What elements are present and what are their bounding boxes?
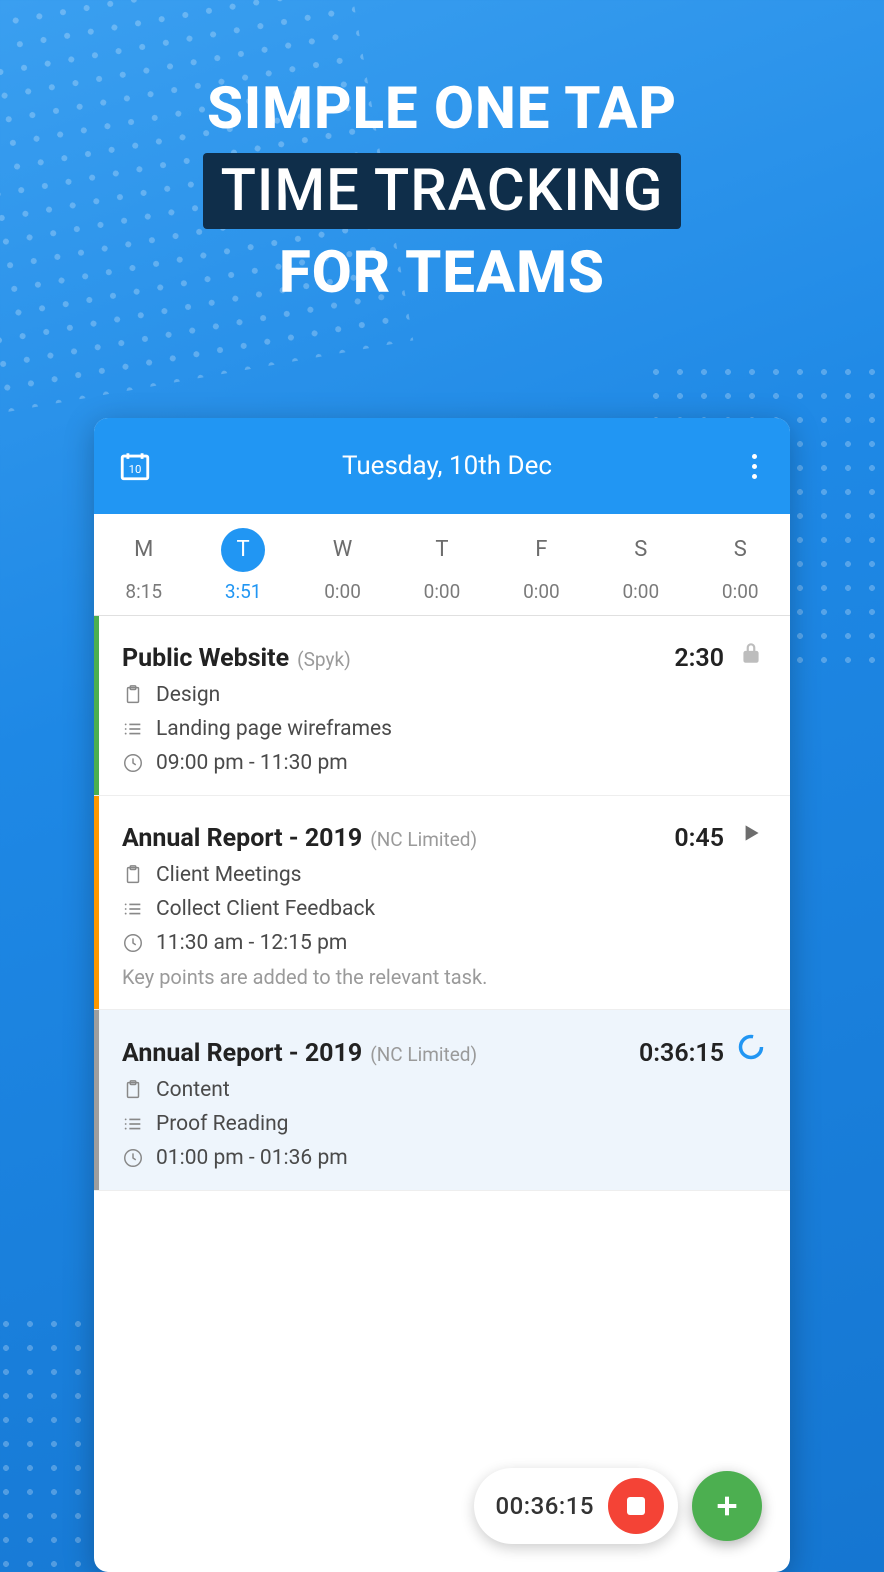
week-day-label: S [619,528,663,572]
clock-icon [122,1147,144,1169]
entry-category: Design [156,683,220,707]
week-day-5[interactable]: S 0:00 [591,514,690,615]
menu-overflow-icon[interactable] [742,454,766,479]
week-day-time: 0:00 [691,580,790,603]
week-day-label: W [321,528,365,572]
list-icon [122,718,144,740]
time-entry[interactable]: Annual Report - 2019 (NC Limited) 0:36:15 C… [94,1010,790,1191]
timer-elapsed: 00:36:15 [496,1492,595,1520]
clipboard-icon [122,864,144,886]
entry-note: Key points are added to the relevant tas… [122,965,766,989]
entry-duration: 2:30 [674,644,724,673]
entry-duration: 0:36:15 [639,1039,724,1068]
entry-time-range: 01:00 pm - 01:36 pm [156,1146,348,1170]
stop-icon [627,1497,645,1515]
week-day-time: 0:00 [591,580,690,603]
week-day-time: 0:00 [492,580,591,603]
week-day-label: F [519,528,563,572]
week-day-time: 8:15 [94,580,193,603]
plus-icon [711,1490,743,1522]
clipboard-icon [122,1079,144,1101]
entry-task: Landing page wireframes [156,717,392,741]
hero-line-2: TIME TRACKING [203,153,682,229]
app-screen: 10 Tuesday, 10th Dec M 8:15 T 3:51 W 0:00 T 0:0… [94,418,790,1572]
entry-category: Client Meetings [156,863,302,887]
appbar: 10 Tuesday, 10th Dec [94,418,790,514]
week-day-0[interactable]: M 8:15 [94,514,193,615]
week-bar: M 8:15 T 3:51 W 0:00 T 0:00 F 0:00 S 0:00 S 0:00 [94,514,790,616]
week-day-label: T [221,528,265,572]
add-button[interactable] [692,1471,762,1541]
entry-project: Annual Report - 2019 [122,824,362,853]
appbar-date[interactable]: Tuesday, 10th Dec [152,451,742,481]
entry-category: Content [156,1078,230,1102]
time-entry[interactable]: Public Website (Spyk) 2:30 Design Landing pa… [94,616,790,796]
clock-icon [122,932,144,954]
entry-project: Public Website [122,644,289,673]
entry-color-bar [94,796,99,1009]
calendar-icon[interactable]: 10 [118,449,152,483]
entry-color-bar [94,616,99,795]
week-day-label: M [122,528,166,572]
play-icon[interactable] [736,818,766,848]
hero-heading: SIMPLE ONE TAP TIME TRACKING FOR TEAMS [0,0,884,307]
entry-project: Annual Report - 2019 [122,1039,362,1068]
week-day-4[interactable]: F 0:00 [492,514,591,615]
entry-client: (Spyk) [297,648,351,671]
entry-client: (NC Limited) [370,828,477,851]
clock-icon [122,752,144,774]
lock-icon [736,638,766,668]
timer-pill[interactable]: 00:36:15 [474,1468,679,1544]
entry-task: Proof Reading [156,1112,288,1136]
time-entry[interactable]: Annual Report - 2019 (NC Limited) 0:45 Clie… [94,796,790,1010]
running-icon[interactable] [736,1032,766,1062]
entry-color-bar [94,1010,99,1190]
week-day-3[interactable]: T 0:00 [392,514,491,615]
week-day-label: T [420,528,464,572]
week-day-label: S [718,528,762,572]
clipboard-icon [122,684,144,706]
entry-time-range: 11:30 am - 12:15 pm [156,931,347,955]
entry-client: (NC Limited) [370,1043,477,1066]
entry-task: Collect Client Feedback [156,897,375,921]
fab-row: 00:36:15 [474,1468,763,1544]
list-icon [122,1113,144,1135]
svg-text:10: 10 [129,462,142,476]
week-day-time: 0:00 [392,580,491,603]
week-day-2[interactable]: W 0:00 [293,514,392,615]
week-day-1[interactable]: T 3:51 [193,514,292,615]
entry-time-range: 09:00 pm - 11:30 pm [156,751,348,775]
entry-duration: 0:45 [674,824,724,853]
week-day-time: 0:00 [293,580,392,603]
stop-button[interactable] [608,1478,664,1534]
hero-line-3: FOR TEAMS [0,239,884,307]
week-day-time: 3:51 [193,580,292,603]
list-icon [122,898,144,920]
week-day-6[interactable]: S 0:00 [691,514,790,615]
hero-line-1: SIMPLE ONE TAP [0,75,884,143]
